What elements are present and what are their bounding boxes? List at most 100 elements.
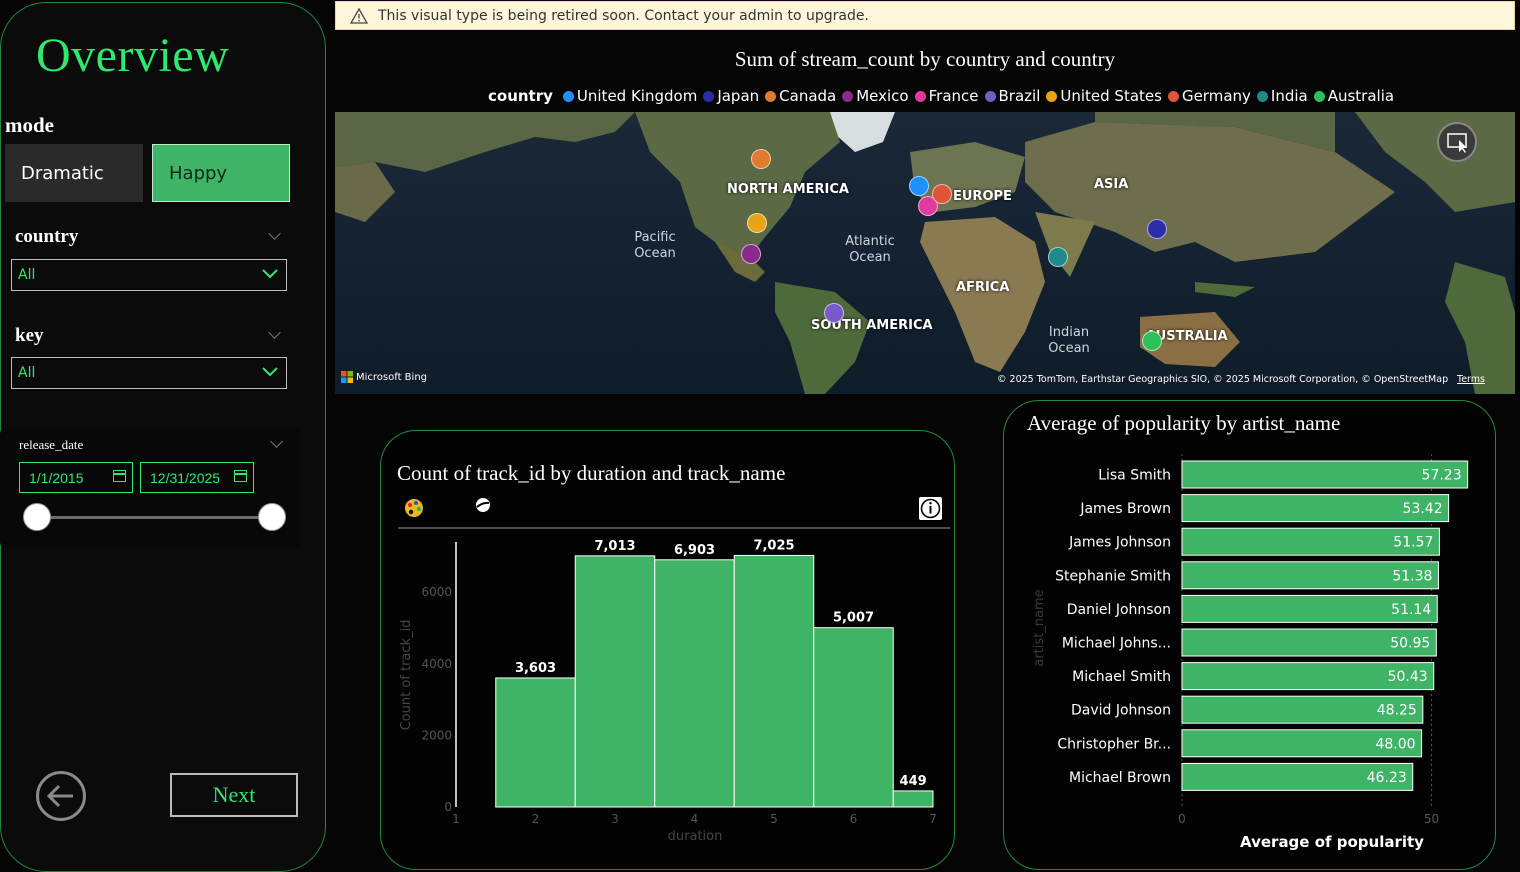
map-point-united-states[interactable]	[747, 213, 767, 233]
key-label: key	[15, 325, 44, 346]
histogram-title: Count of track_id by duration and track_…	[397, 461, 786, 485]
map-point-japan[interactable]	[1147, 219, 1167, 239]
map-point-mexico[interactable]	[741, 244, 761, 264]
popularity-y-axis-title: artist_name	[1032, 589, 1047, 666]
map-legend: country United Kingdom Japan Canada Mexico F…	[488, 87, 1400, 105]
calendar-icon[interactable]	[234, 470, 247, 482]
legend-item[interactable]: France	[914, 87, 979, 105]
artist-name-label: Michael Johns...	[1062, 636, 1171, 652]
focus-mode-button[interactable]	[1437, 122, 1477, 162]
histogram-bar[interactable]	[495, 677, 576, 808]
histogram-x-tick: 6	[850, 812, 858, 826]
popularity-value-label: 50.95	[1390, 636, 1430, 652]
back-button[interactable]	[36, 771, 86, 821]
legend-dot	[765, 90, 777, 102]
palette-icon[interactable]	[405, 499, 423, 517]
histogram-x-tick: 2	[532, 812, 540, 826]
histogram-bar[interactable]	[574, 555, 656, 808]
map-point-germany[interactable]	[932, 184, 952, 204]
artist-name-label: James Brown	[1079, 501, 1171, 517]
artist-name-label: Christopher Br...	[1057, 736, 1171, 752]
date-slider-track[interactable]	[37, 516, 273, 519]
date-start-input[interactable]: 1/1/2015	[19, 462, 133, 493]
map-point-canada[interactable]	[751, 149, 771, 169]
calendar-icon[interactable]	[113, 470, 126, 482]
legend-item[interactable]: Japan	[703, 87, 759, 105]
key-dropdown[interactable]: All	[11, 357, 287, 389]
mode-label: mode	[5, 113, 54, 137]
mode-dramatic-button[interactable]: Dramatic	[5, 144, 143, 202]
map-point-united-kingdom[interactable]	[909, 176, 929, 196]
legend-dot	[1046, 90, 1058, 102]
histogram-y-tick: 4000	[421, 657, 452, 671]
popularity-value-label: 51.14	[1391, 602, 1431, 618]
map-point-brazil[interactable]	[824, 303, 844, 323]
popularity-value-label: 57.23	[1422, 468, 1462, 484]
legend-label: France	[928, 87, 979, 105]
histogram-chart: 3,603 7,013 6,903 7,025 5,007 449 1 2 3 4 5 6 7 0 20…	[399, 538, 937, 844]
histogram-bar[interactable]	[733, 554, 815, 808]
next-button[interactable]: Next	[170, 773, 298, 817]
theme-toggle-icon[interactable]	[476, 498, 490, 512]
legend-label: India	[1270, 87, 1308, 105]
histogram-data-label: 7,013	[594, 539, 635, 554]
map-canvas[interactable]: NORTH AMERICA EUROPE ASIA AFRICA SOUTH A…	[335, 112, 1515, 394]
ocean-label-atlantic: Atlantic Ocean	[845, 234, 895, 265]
legend-item[interactable]: India	[1256, 87, 1308, 105]
key-dropdown-value: All	[18, 365, 36, 381]
histogram-y-tick: 2000	[421, 728, 452, 742]
histogram-bar[interactable]	[813, 627, 894, 808]
bing-brand-text: Microsoft Bing	[356, 371, 428, 383]
histogram-x-tick: 3	[611, 812, 619, 826]
artist-name-label: Daniel Johnson	[1067, 602, 1171, 618]
country-dropdown-value: All	[18, 267, 36, 283]
histogram-x-tick: 4	[691, 812, 699, 826]
region-label-europe: EUROPE	[953, 189, 1012, 204]
legend-item[interactable]: Brazil	[984, 87, 1040, 105]
map-terms-link[interactable]: Terms	[1457, 374, 1485, 385]
world-landmass	[335, 112, 1515, 394]
legend-item[interactable]: Germany	[1167, 87, 1251, 105]
legend-item[interactable]: Canada	[765, 87, 836, 105]
country-dropdown[interactable]: All	[11, 259, 287, 291]
histogram-bar[interactable]	[892, 790, 934, 808]
bing-brand: Microsoft Bing	[341, 371, 427, 383]
popularity-x-axis-title: Average of popularity	[1240, 833, 1424, 851]
artist-name-label: Stephanie Smith	[1055, 568, 1171, 584]
popularity-value-label: 51.38	[1392, 568, 1432, 584]
mode-happy-button[interactable]: Happy	[152, 144, 290, 202]
legend-item[interactable]: United Kingdom	[562, 87, 697, 105]
artist-name-label: Michael Smith	[1072, 669, 1171, 685]
banner-text: This visual type is being retired soon. …	[378, 7, 869, 24]
popularity-title: Average of popularity by artist_name	[1027, 411, 1341, 435]
popularity-value-label: 53.42	[1403, 501, 1443, 517]
map-point-india[interactable]	[1048, 247, 1068, 267]
legend-item[interactable]: Mexico	[842, 87, 909, 105]
legend-item[interactable]: Australia	[1313, 87, 1394, 105]
date-slider-start-handle[interactable]	[23, 503, 51, 531]
ocean-label-pacific: Pacific Ocean	[634, 230, 676, 261]
date-slider-end-handle[interactable]	[258, 503, 286, 531]
legend-label: Canada	[779, 87, 837, 105]
date-start-value: 1/1/2015	[29, 469, 84, 486]
popularity-value-label: 50.43	[1388, 669, 1428, 685]
page-title: Overview	[36, 29, 230, 82]
map-point-australia[interactable]	[1142, 331, 1162, 351]
legend-dot	[1313, 90, 1325, 102]
info-icon[interactable]	[919, 497, 942, 520]
popularity-bar-chart: 0 50 Lisa Smith James Brown James Johnson St…	[1032, 454, 1469, 851]
histogram-y-tick: 0	[444, 800, 452, 814]
histogram-bar[interactable]	[654, 559, 735, 808]
chevron-down-icon	[262, 367, 278, 377]
date-end-input[interactable]: 12/31/2025	[140, 462, 254, 493]
histogram-toolbar	[398, 497, 950, 529]
legend-item[interactable]: United States	[1046, 87, 1162, 105]
legend-title: country	[488, 87, 553, 105]
map-copyright: © 2025 TomTom, Earthstar Geographics SIO…	[997, 374, 1449, 385]
legend-dot	[914, 90, 926, 102]
histogram-x-axis-title: duration	[668, 829, 723, 844]
artist-name-label: David Johnson	[1071, 703, 1171, 719]
country-label: country	[15, 226, 79, 247]
mode-happy-label: Happy	[169, 162, 228, 184]
popularity-x-tick: 50	[1424, 812, 1439, 826]
